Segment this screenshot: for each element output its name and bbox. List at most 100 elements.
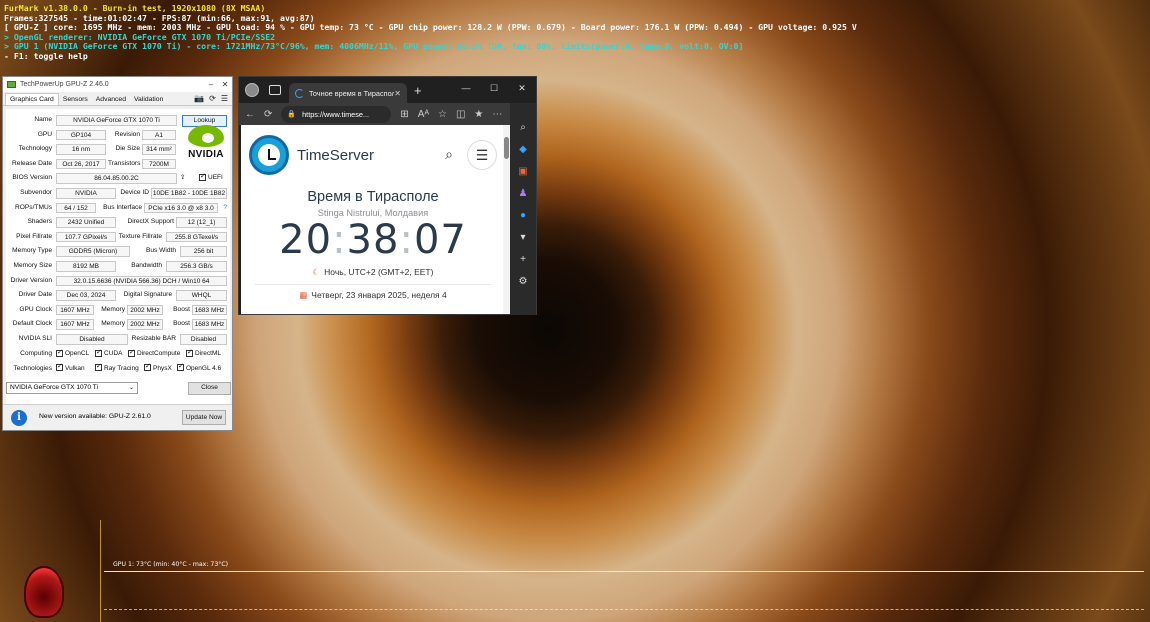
label-resizable-bar: Resizable BAR [131,335,176,342]
new-tab-icon[interactable]: + [414,83,422,98]
chevron-down-icon[interactable]: ▾ [516,231,530,245]
split-screen-icon[interactable]: ◫ [456,109,465,120]
label-default-boost: Boost [173,320,190,328]
value-release-date: Oct 26, 2017 [56,158,106,170]
apps-icon[interactable]: ⊞ [400,109,408,120]
computing-cuda: CUDA [95,348,122,359]
value-nvidia-sli: Disabled [56,334,128,345]
label-driver-version: Driver Version [10,276,52,284]
tab-sensors[interactable]: Sensors [59,94,92,105]
page-title: Время в Тирасполе [307,189,439,205]
value-gpu: GP104 [56,129,106,141]
add-icon[interactable]: + [516,253,530,267]
settings-icon[interactable]: ⚙ [516,275,530,289]
update-text: New version available: GPU-Z 2.61.0 [39,413,151,420]
menu-icon[interactable]: ☰ [221,94,228,103]
address-bar[interactable]: 🔒 https://www.timese... [281,105,392,123]
value-device-id: 10DE 1B82 - 10DE 1B82 [151,188,227,199]
value-subvendor: NVIDIA [56,188,116,199]
close-window-icon[interactable]: ✕ [508,77,536,99]
value-default-boost: 1683 MHz [192,319,227,330]
outlook-icon[interactable]: ● [516,209,530,223]
camera-icon[interactable]: 📷 [194,94,204,103]
label-driver-date: Driver Date [18,291,52,299]
label-bios-version: BIOS Version [12,174,52,182]
gpu-select-value: NVIDIA GeForce GTX 1070 Ti [10,384,98,391]
tab-actions-icon[interactable] [269,85,281,95]
value-die-size: 314 mm² [142,144,176,155]
tab-advanced[interactable]: Advanced [92,94,130,105]
help-icon[interactable]: ? [219,203,227,213]
shopping-icon[interactable]: ◆ [516,143,530,157]
value-digital-signature: WHQL [176,290,227,301]
tab-graphics-card[interactable]: Graphics Card [5,93,59,105]
label-directx-support: DirectX Support [127,218,174,226]
back-icon[interactable]: ← [245,109,255,120]
value-shaders: 2432 Unified [56,217,116,228]
tools-icon[interactable]: ▣ [516,165,530,179]
site-name[interactable]: TimeServer [297,147,374,164]
label-gpu-memory: Memory [101,305,125,313]
tab-validation[interactable]: Validation [130,94,167,105]
value-memory-size: 8192 MB [56,261,116,272]
label-gpu: GPU [37,130,52,138]
minimize-icon[interactable]: — [452,77,480,99]
value-technology: 16 nm [56,144,106,155]
value-gpu-memory: 2002 MHz [127,304,163,316]
current-time: 20:38:07 [241,219,505,261]
uefi-checkbox[interactable]: UEFI [199,172,223,183]
gpu-select[interactable]: NVIDIA GeForce GTX 1070 Ti ⌄ [6,382,138,394]
time-minutes: 38 [346,217,400,263]
share-icon[interactable]: ⇪ [180,173,194,183]
search-icon[interactable]: ⌕ [445,146,453,163]
read-aloud-icon[interactable]: Aᴬ [418,109,429,120]
label-gpu-boost: Boost [173,305,190,313]
timezone-text: Ночь, UTC+2 (GMT+2, EET) [324,267,434,277]
time-seconds: 07 [413,217,467,263]
value-memory-type: GDDR5 (Micron) [56,246,130,257]
date-text: Четверг, 23 января 2025, неделя 4 [311,290,447,300]
hamburger-menu-icon[interactable]: ☰ [467,140,497,170]
value-driver-date: Dec 03, 2024 [56,290,116,301]
graph-axis [100,520,101,622]
close-button[interactable]: Close [188,382,231,395]
browser-tab[interactable]: Точное время в Тирасполе ✕ [289,82,407,104]
flame-icon [24,566,64,618]
tech-vulkan: Vulkan [56,362,85,374]
games-icon[interactable]: ♟ [516,187,530,201]
favorites-icon[interactable]: ★ [474,109,483,120]
label-device-id: Device ID [120,189,149,196]
search-icon[interactable]: ⌕ [516,121,530,135]
favorite-icon[interactable]: ☆ [438,109,447,120]
close-tab-icon[interactable]: ✕ [394,89,401,98]
address-url: https://www.timese... [302,109,370,119]
refresh-icon[interactable]: ⟳ [264,109,272,120]
browser-tab-title: Точное время в Тирасполе [309,88,395,98]
label-memory-size: Memory Size [13,262,52,269]
computing-directcompute: DirectCompute [128,348,180,359]
clock-logo-icon[interactable] [249,135,289,175]
value-default-clock: 1607 MHz [56,319,94,330]
profile-avatar[interactable] [245,83,259,97]
value-gpu-clock: 1607 MHz [56,304,94,316]
timeserver-page: TimeServer ⌕ ☰ Время в Тирасполе Stinga … [241,125,505,314]
refresh-icon[interactable]: ⟳ [209,94,216,103]
page-scrollbar[interactable] [503,125,510,314]
label-bandwidth: Bandwidth [131,262,162,269]
update-now-button[interactable]: Update Now [182,410,226,425]
minimize-icon[interactable]: – [204,80,218,89]
value-gpu-boost: 1683 MHz [192,304,227,316]
value-driver-version: 32.0.15.6636 (NVIDIA 566.36) DCH / Win10… [56,275,227,287]
gpuz-tabs: Graphics Card Sensors Advanced Validatio… [3,92,232,106]
value-bios-version: 86.04.85.00.2C [56,173,177,184]
maximize-icon[interactable]: ☐ [480,77,508,99]
close-icon[interactable]: ✕ [218,80,232,89]
label-computing: Computing [20,350,52,357]
label-technology: Technology [18,145,52,153]
gpuz-app-icon [7,81,16,88]
more-icon[interactable]: ⋯ [492,109,502,120]
scrollbar-thumb[interactable] [504,137,509,159]
label-bus-interface: Bus Interface [103,203,142,211]
furmark-help: - F1: toggle help [4,50,88,61]
edge-sidebar: ⌕ ◆ ▣ ♟ ● ▾ + ⚙ [510,103,536,315]
